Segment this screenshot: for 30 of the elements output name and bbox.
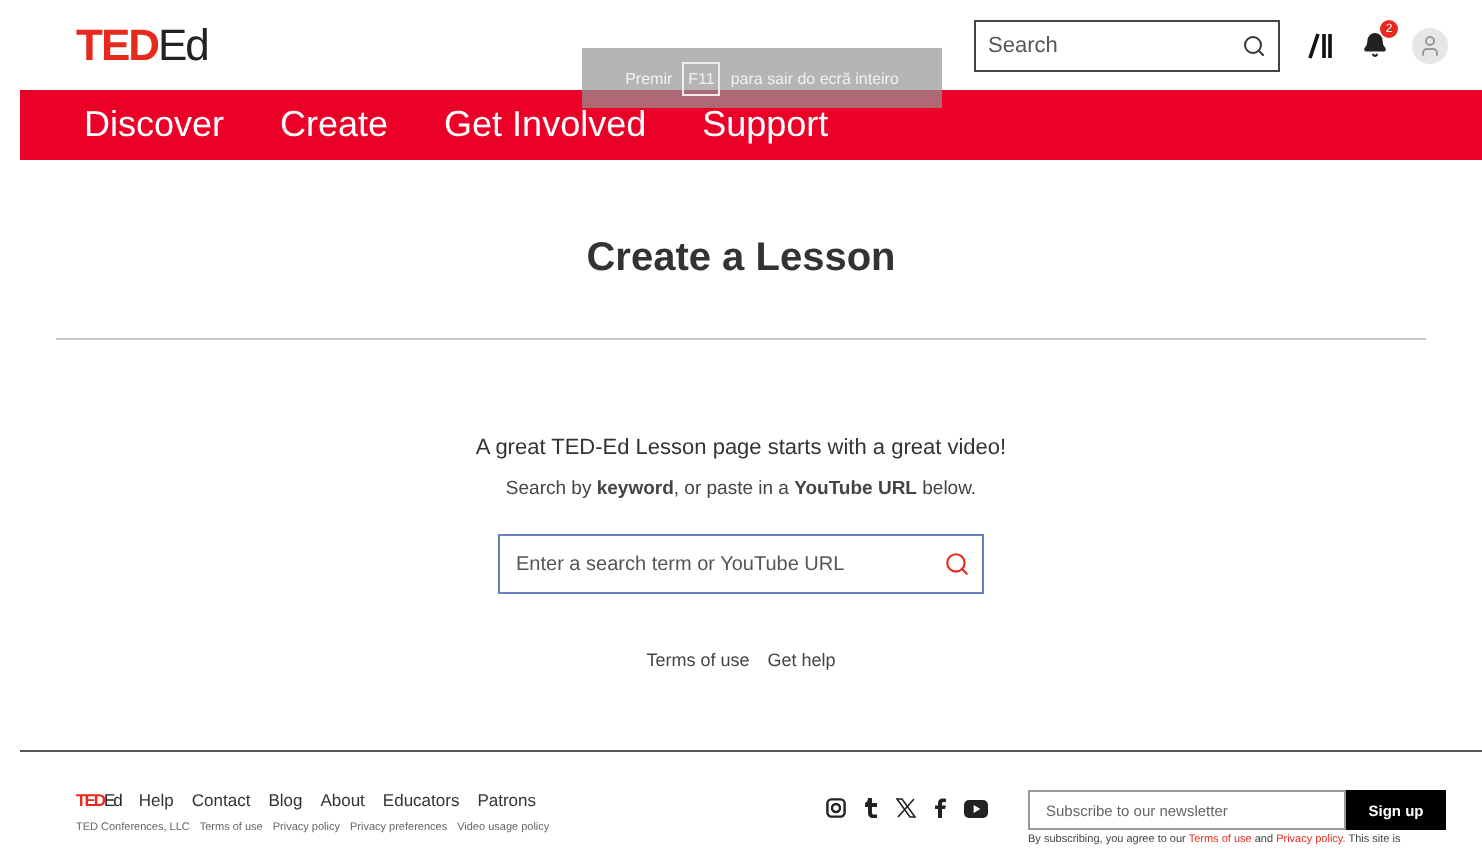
search-field[interactable]: Search xyxy=(974,19,1280,71)
video-search-field[interactable]: Enter a search term or YouTube URL xyxy=(498,534,984,594)
footer-link[interactable]: About xyxy=(320,790,365,810)
teded-logo[interactable]: TEDEd xyxy=(76,19,208,71)
search-icon xyxy=(1242,33,1266,57)
instagram-icon xyxy=(826,798,846,818)
nav-link[interactable]: Support xyxy=(702,104,829,146)
tumblr-icon xyxy=(864,798,878,818)
facebook-icon xyxy=(934,798,946,818)
footer-link[interactable]: Patrons xyxy=(477,790,536,810)
youtube-icon xyxy=(964,799,988,817)
teded-logo[interactable]: TEDEd xyxy=(76,790,121,810)
footer-link[interactable]: Blog xyxy=(268,790,303,810)
library-icon[interactable] xyxy=(1308,31,1334,59)
x-logo-icon xyxy=(896,798,916,818)
footer-link[interactable]: Educators xyxy=(382,790,460,810)
intro-text: A great TED-Ed Lesson page starts with a great video! xyxy=(475,436,1007,460)
nav-link[interactable]: Create xyxy=(280,104,389,146)
search-icon xyxy=(944,551,970,577)
bell-icon[interactable] xyxy=(1362,32,1388,58)
page-title: Create a Lesson xyxy=(586,236,896,282)
avatar[interactable] xyxy=(1412,27,1448,63)
footer-link[interactable]: Get help xyxy=(767,650,836,670)
nav-link[interactable]: Discover xyxy=(84,104,225,146)
footer-link[interactable]: Contact xyxy=(191,790,251,810)
footer-link[interactable]: Help xyxy=(138,790,174,810)
nav-link[interactable]: Get Involved xyxy=(444,104,647,146)
footer-link[interactable]: Terms of use xyxy=(646,650,750,670)
hint-text: Search by keyword, or paste in a YouTube URL below. xyxy=(505,478,977,500)
fullscreen-notice: Premir F11 para sair do ecrã inteiro xyxy=(582,48,942,108)
